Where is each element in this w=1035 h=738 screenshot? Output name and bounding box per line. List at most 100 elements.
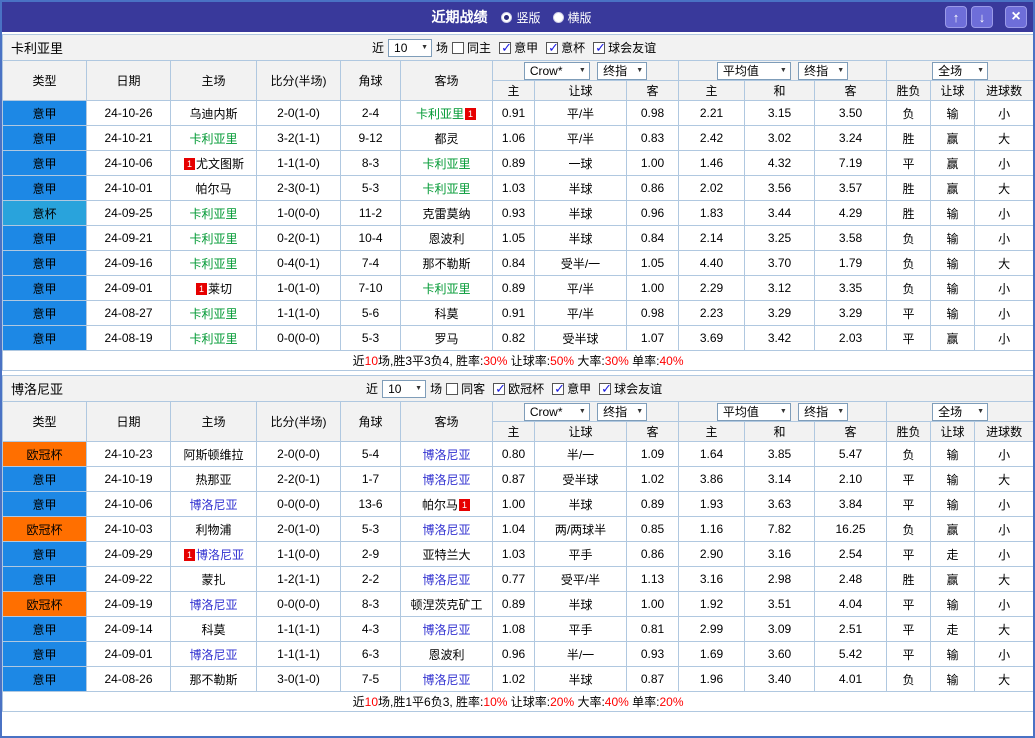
titlebar: 近期战绩 竖版 横版 ↑ ↓ × (2, 2, 1033, 32)
team-link[interactable]: 卡利亚里 (189, 132, 237, 146)
filter-checkbox[interactable]: 球会友谊 (593, 39, 656, 56)
league-cell: 意甲 (2, 666, 87, 692)
odds-home-cell: 1.03 (492, 541, 535, 567)
avg-source-select[interactable]: 平均值 ▼ (716, 61, 791, 80)
team-link[interactable]: 卡利亚里 (189, 232, 237, 246)
corner-cell: 13-6 (340, 491, 401, 517)
handicap-result-cell: 输 (930, 591, 975, 617)
team-link[interactable]: 博洛尼亚 (189, 598, 237, 612)
team-link[interactable]: 卡利亚里 (189, 207, 237, 221)
outcome-cell: 负 (886, 666, 931, 692)
chevron-down-icon: ▼ (837, 67, 845, 74)
checkbox-icon[interactable] (452, 41, 465, 54)
avg-away-cell: 2.48 (814, 566, 887, 592)
match-count-select[interactable]: 10 ▼ (382, 379, 427, 398)
handicap-result-cell: 走 (930, 616, 975, 642)
odds-group-header: Crow* ▼ 终指 ▼ (492, 60, 679, 81)
league-cell: 意甲 (2, 541, 87, 567)
checkbox-icon[interactable] (493, 381, 506, 397)
team-link[interactable]: 博洛尼亚 (196, 548, 244, 562)
radio-icon[interactable] (501, 11, 513, 23)
filter-checkbox[interactable]: 意杯 (546, 39, 585, 56)
team-link[interactable]: 卡利亚里 (416, 107, 464, 121)
goals-result-cell: 小 (973, 225, 1033, 251)
checkbox-icon[interactable] (599, 381, 612, 397)
team-link[interactable]: 博洛尼亚 (422, 473, 470, 487)
team-link[interactable]: 博洛尼亚 (422, 573, 470, 587)
filter-checkbox[interactable]: 意甲 (552, 380, 591, 397)
corner-cell: 2-4 (340, 100, 401, 126)
team-link[interactable]: 博洛尼亚 (422, 623, 470, 637)
summary-line: 近10场,胜3平3负4, 胜率:30% 让球率:50% 大率:30% 单率:40… (353, 354, 684, 368)
avg-draw-cell: 7.82 (744, 516, 815, 542)
avg-kind-select[interactable]: 终指 ▼ (798, 61, 849, 80)
checkbox-icon[interactable] (546, 40, 559, 56)
odds-kind-select[interactable]: 终指 ▼ (597, 61, 648, 80)
filter-checkbox[interactable]: 同客 (446, 380, 485, 397)
scope-select[interactable]: 全场 ▼ (932, 402, 989, 421)
score-cell: 0-4(0-1) (256, 250, 341, 276)
move-up-button[interactable]: ↑ (945, 6, 967, 28)
odds-source-select[interactable]: Crow* ▼ (523, 61, 590, 80)
corner-cell: 11-2 (340, 200, 401, 226)
team-link[interactable]: 卡利亚里 (422, 157, 470, 171)
team-link[interactable]: 博洛尼亚 (422, 448, 470, 462)
radio-icon[interactable] (552, 11, 564, 23)
radio-vertical-layout[interactable]: 竖版 (501, 9, 541, 26)
section-cagliari: 卡利亚里 近 10▼ 场 同主意甲意杯球会友谊 类型 日期 主场 (2, 34, 1033, 371)
checkbox-icon[interactable] (552, 381, 565, 397)
score-cell: 1-1(0-0) (256, 541, 341, 567)
goals-result-cell: 小 (973, 441, 1033, 467)
move-down-button[interactable]: ↓ (971, 6, 993, 28)
avg-away-cell: 5.47 (814, 441, 887, 467)
team-link[interactable]: 卡利亚里 (189, 257, 237, 271)
subcol-odds-away: 客 (626, 80, 679, 101)
avg-away-cell: 3.29 (814, 300, 887, 326)
close-button[interactable]: × (1005, 6, 1027, 28)
filter-checkbox[interactable]: 球会友谊 (599, 380, 662, 397)
team-link[interactable]: 卡利亚里 (189, 332, 237, 346)
goals-result-cell: 大 (973, 616, 1033, 642)
team-link[interactable]: 博洛尼亚 (422, 523, 470, 537)
avg-source-select[interactable]: 平均值 ▼ (716, 402, 791, 421)
filter-checkbox[interactable]: 欧冠杯 (493, 380, 544, 397)
checkbox-icon[interactable] (499, 40, 512, 56)
avg-away-cell: 2.51 (814, 616, 887, 642)
away-team-cell: 博洛尼亚 (400, 616, 493, 642)
team-link[interactable]: 博洛尼亚 (422, 673, 470, 687)
odds-source-select[interactable]: Crow* ▼ (523, 402, 590, 421)
away-team-cell: 卡利亚里 1 (400, 100, 493, 126)
team-link: 阿斯顿维拉 (183, 447, 244, 462)
match-row: 意甲 24-08-26 那不勒斯 3-0(1-0) 7-5 博洛尼亚 1.02 半球 0.87 1… (2, 666, 1033, 692)
team-name: 博洛尼亚 (11, 382, 64, 397)
date-cell: 24-09-01 (86, 641, 171, 667)
odds-kind-select[interactable]: 终指 ▼ (597, 402, 648, 421)
corner-cell: 5-3 (340, 325, 401, 351)
radio-horizontal-layout[interactable]: 横版 (552, 9, 592, 26)
filter-bar: 博洛尼亚 近 10▼ 场 同客 欧冠杯 意甲 球会友谊 (4, 377, 1033, 401)
checkbox-icon[interactable] (593, 40, 606, 56)
team-link[interactable]: 博洛尼亚 (189, 648, 237, 662)
team-link[interactable]: 博洛尼亚 (189, 498, 237, 512)
team-link[interactable]: 卡利亚里 (422, 182, 470, 196)
away-team-cell: 博洛尼亚 (400, 566, 493, 592)
filter-checkbox[interactable]: 同主 (452, 39, 491, 56)
match-count-select[interactable]: 10 ▼ (388, 38, 433, 57)
home-team-cell: 卡利亚里 (170, 325, 257, 351)
team-link[interactable]: 卡利亚里 (189, 307, 237, 321)
avg-away-cell: 2.10 (814, 466, 887, 492)
avg-kind-select[interactable]: 终指 ▼ (798, 402, 849, 421)
results-table: 卡利亚里 近 10▼ 场 同主意甲意杯球会友谊 类型 日期 主场 (2, 34, 1033, 371)
odds-handicap-cell: 平手 (534, 541, 627, 567)
goals-result-cell: 大 (973, 566, 1033, 592)
summary-segment: 40% (659, 354, 684, 368)
checkbox-icon[interactable] (446, 382, 459, 395)
filter-checkbox[interactable]: 意甲 (499, 39, 538, 56)
match-row: 意甲 24-09-14 科莫 1-1(1-1) 4-3 博洛尼亚 1.08 平手 0.81 2.9… (2, 616, 1033, 642)
avg-away-cell: 2.54 (814, 541, 887, 567)
subcol-odds-handicap: 让球 (534, 421, 627, 442)
scope-select[interactable]: 全场 ▼ (932, 61, 989, 80)
avg-draw-cell: 3.29 (744, 300, 815, 326)
away-team-cell: 博洛尼亚 (400, 466, 493, 492)
team-link[interactable]: 卡利亚里 (422, 282, 470, 296)
